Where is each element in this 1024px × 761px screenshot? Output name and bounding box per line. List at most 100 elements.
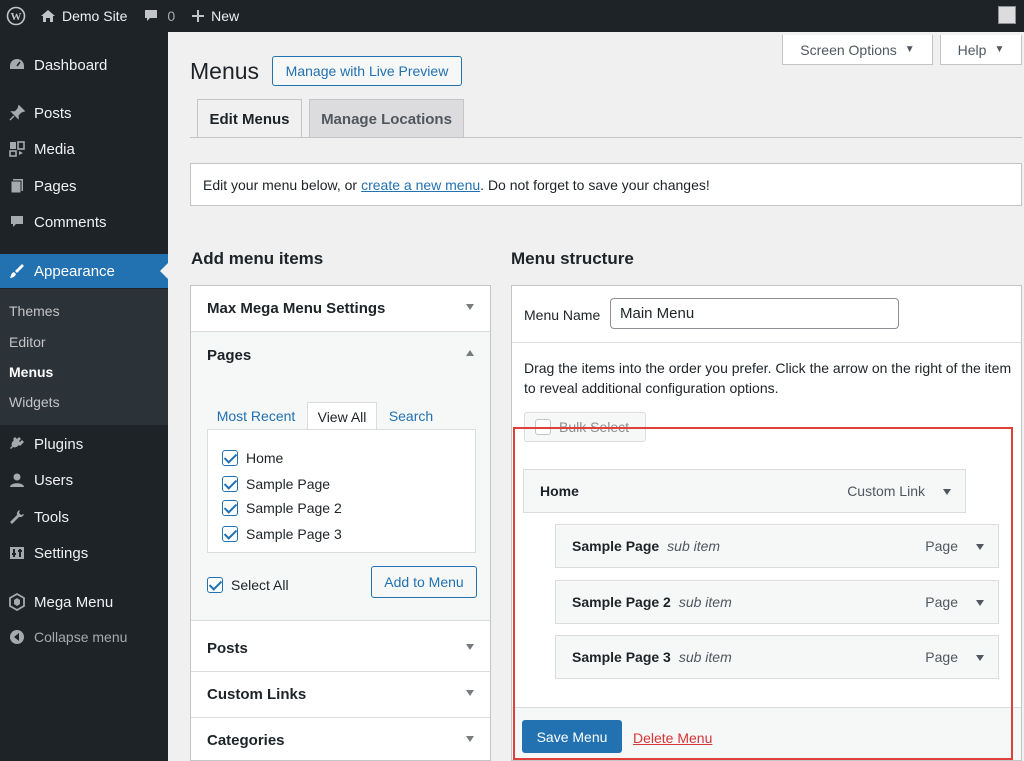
expand-arrow-icon[interactable]: [976, 600, 984, 606]
checkbox-checked[interactable]: [222, 526, 238, 542]
accordion-posts[interactable]: Posts: [191, 626, 490, 672]
svg-text:W: W: [11, 11, 22, 23]
tab-divider: [190, 137, 1022, 138]
sidebar-item-users[interactable]: Users: [0, 463, 168, 497]
sidebar-item-plugins[interactable]: Plugins: [0, 427, 168, 461]
user-icon: [8, 471, 26, 489]
site-name-link[interactable]: Demo Site: [32, 0, 135, 32]
new-content-link[interactable]: New: [183, 0, 247, 32]
menu-item-title: Sample Page 3: [572, 649, 671, 665]
sidebar-item-dashboard[interactable]: Dashboard: [0, 48, 168, 82]
accordion-categories[interactable]: Categories: [191, 718, 490, 761]
sidebar-item-tools[interactable]: Tools: [0, 500, 168, 534]
manage-live-preview-button[interactable]: Manage with Live Preview: [272, 56, 462, 86]
menu-item-subtag: sub item: [678, 594, 732, 610]
list-item[interactable]: Sample Page: [222, 476, 330, 492]
menu-item-subtag: sub item: [678, 649, 732, 665]
caret-down-icon: ▼: [994, 44, 1005, 55]
sidebar-item-comments[interactable]: Comments: [0, 205, 168, 239]
tab-search[interactable]: Search: [384, 402, 438, 430]
comment-icon: [8, 213, 26, 231]
plugin-icon: [8, 435, 26, 453]
help-button[interactable]: Help ▼: [940, 35, 1022, 65]
menu-name-input[interactable]: Main Menu: [610, 298, 899, 329]
menu-item-row[interactable]: Home Custom Link: [523, 469, 966, 513]
delete-menu-link[interactable]: Delete Menu: [633, 730, 712, 746]
sidebar-item-media[interactable]: Media: [0, 132, 168, 166]
sidebar-item-label: Plugins: [34, 435, 84, 453]
sidebar-item-pages[interactable]: Pages: [0, 169, 168, 203]
sidebar-item-mega-menu[interactable]: Mega Menu: [0, 585, 168, 619]
add-to-menu-button[interactable]: Add to Menu: [371, 566, 477, 598]
checkbox-checked[interactable]: [222, 500, 238, 516]
menu-actions-footer: Save Menu Delete Menu: [512, 707, 1021, 760]
sidebar-item-posts[interactable]: Posts: [0, 96, 168, 130]
appearance-submenu: Themes Editor Menus Widgets: [0, 289, 168, 425]
expand-arrow-icon[interactable]: [976, 544, 984, 550]
collapse-menu-button[interactable]: Collapse menu: [0, 620, 168, 654]
submenu-item-themes[interactable]: Themes: [9, 303, 60, 319]
save-menu-button[interactable]: Save Menu: [522, 720, 622, 753]
wordpress-logo-icon[interactable]: W: [0, 0, 32, 32]
accordion-max-mega-menu-settings[interactable]: Max Mega Menu Settings: [191, 286, 490, 332]
checkbox-checked[interactable]: [222, 476, 238, 492]
admin-bar: W Demo Site 0 New: [0, 0, 1024, 32]
tab-manage-locations[interactable]: Manage Locations: [309, 99, 464, 138]
screen-options-button[interactable]: Screen Options ▼: [782, 35, 933, 65]
select-all-checkbox-row[interactable]: Select All: [207, 577, 289, 593]
home-icon: [40, 8, 56, 24]
accordion-title: Posts: [207, 640, 248, 657]
checkbox-checked[interactable]: [222, 450, 238, 466]
checkbox-unchecked[interactable]: [535, 419, 551, 435]
notice-text-before: Edit your menu below, or: [203, 176, 358, 193]
wrench-icon: [8, 508, 26, 526]
sidebar-item-label: Posts: [34, 104, 72, 122]
sidebar-item-settings[interactable]: Settings: [0, 536, 168, 570]
user-avatar[interactable]: [998, 6, 1016, 24]
accordion-custom-links[interactable]: Custom Links: [191, 672, 490, 718]
accordion-pages[interactable]: Pages: [191, 332, 490, 378]
accordion-title: Max Mega Menu Settings: [207, 300, 386, 317]
collapse-arrow-icon: [8, 628, 26, 646]
submenu-item-widgets[interactable]: Widgets: [9, 394, 60, 410]
comments-count: 0: [167, 8, 176, 24]
expand-arrow-icon[interactable]: [976, 655, 984, 661]
chevron-down-icon: [466, 304, 474, 310]
tab-view-all[interactable]: View All: [307, 402, 377, 430]
checkbox-checked[interactable]: [207, 577, 223, 593]
tab-most-recent[interactable]: Most Recent: [213, 402, 299, 430]
drag-instructions: Drag the items into the order you prefer…: [524, 360, 1012, 396]
submenu-item-menus[interactable]: Menus: [9, 364, 53, 380]
menu-item-row[interactable]: Sample Page 3 sub item Page: [555, 635, 999, 679]
site-name: Demo Site: [62, 8, 128, 24]
tab-edit-menus[interactable]: Edit Menus: [197, 99, 302, 138]
sidebar-item-label: Mega Menu: [34, 593, 114, 611]
menu-item-row[interactable]: Sample Page sub item Page: [555, 524, 999, 568]
chevron-down-icon: [466, 644, 474, 650]
bulk-select-label: Bulk Select: [559, 419, 630, 435]
create-new-menu-link[interactable]: create a new menu: [361, 177, 480, 193]
list-item[interactable]: Sample Page 3: [222, 526, 342, 542]
menu-item-type: Custom Link: [847, 483, 925, 499]
list-item[interactable]: Sample Page 2: [222, 500, 342, 516]
expand-arrow-icon[interactable]: [943, 489, 951, 495]
menu-structure-heading: Menu structure: [511, 249, 634, 268]
help-label: Help: [957, 41, 987, 58]
bulk-select-button[interactable]: Bulk Select: [524, 412, 646, 442]
media-icon: [8, 140, 26, 158]
page-label: Sample Page: [246, 476, 331, 492]
settings-icon: [8, 544, 26, 562]
mega-menu-icon: [8, 593, 26, 611]
pin-icon: [8, 104, 26, 122]
list-item[interactable]: Home: [222, 450, 283, 466]
menu-item-title: Sample Page: [572, 538, 660, 554]
submenu-item-editor[interactable]: Editor: [9, 334, 46, 350]
menu-item-row[interactable]: Sample Page 2 sub item Page: [555, 580, 999, 624]
add-menu-items-heading: Add menu items: [191, 249, 324, 268]
page-label: Sample Page 3: [246, 526, 342, 542]
comments-link[interactable]: 0: [135, 0, 183, 32]
accordion-title: Categories: [207, 732, 285, 749]
page-checklist: Home Sample Page Sample Page 2 Sample Pa…: [207, 429, 476, 553]
sidebar-item-label: Pages: [34, 177, 77, 195]
sidebar-item-appearance[interactable]: Appearance: [0, 254, 168, 288]
